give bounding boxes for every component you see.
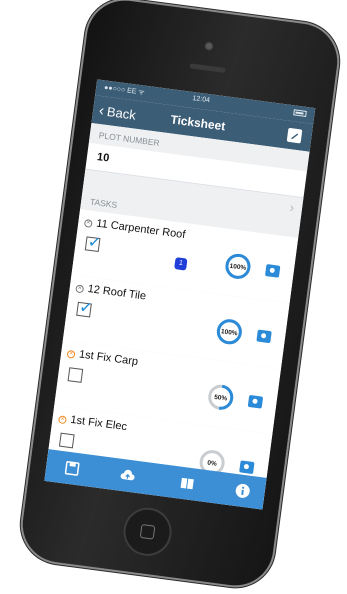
device-scene: ●●○○○ EE ᯤ 12:04 ‹Back Ticksheet PLOT NU…: [0, 0, 347, 594]
back-label: Back: [106, 103, 137, 123]
task-name: 11 Carpenter Roof: [95, 217, 187, 242]
compose-icon[interactable]: [286, 127, 303, 144]
info-icon[interactable]: [234, 482, 252, 500]
clock: 12:04: [192, 94, 211, 105]
task-count-badge: 1: [174, 257, 188, 271]
task-status-icon: ×: [75, 284, 85, 294]
home-button[interactable]: [120, 504, 175, 559]
compose-icon-glyph: [287, 128, 302, 143]
home-square-icon: [139, 523, 156, 540]
camera-icon[interactable]: [256, 329, 272, 344]
task-checkbox[interactable]: [58, 432, 75, 449]
phone-device: ●●○○○ EE ᯤ 12:04 ‹Back Ticksheet PLOT NU…: [18, 0, 342, 591]
save-icon[interactable]: [63, 459, 81, 477]
progress-ring[interactable]: 100%: [222, 251, 253, 282]
checkmark-icon: ✓: [86, 233, 103, 253]
book-icon[interactable]: [178, 475, 196, 493]
camera-icon[interactable]: [239, 460, 255, 475]
task-checkbox[interactable]: [67, 367, 84, 383]
task-status-icon: ×: [57, 415, 67, 425]
back-button[interactable]: ‹Back: [98, 102, 137, 124]
plot-number-value: 10: [96, 151, 110, 165]
cloud-upload-icon[interactable]: [119, 467, 137, 485]
front-camera: [203, 41, 215, 52]
task-checkbox[interactable]: ✓: [84, 234, 102, 252]
checkmark-icon: ✓: [78, 299, 94, 318]
task-name: 1st Fix Elec: [69, 413, 128, 434]
progress-ring[interactable]: 100%: [214, 316, 245, 347]
tasks-label: TASKS: [89, 196, 118, 211]
task-name: 12 Roof Tile: [86, 282, 147, 303]
task-status-icon: ×: [66, 349, 76, 359]
camera-icon[interactable]: [264, 264, 281, 278]
progress-ring[interactable]: 50%: [205, 382, 236, 413]
chevron-left-icon: ‹: [98, 101, 106, 120]
task-checkbox[interactable]: ✓: [76, 299, 94, 318]
battery-icon: [293, 109, 307, 117]
earpiece: [189, 63, 226, 74]
task-status-icon: ×: [83, 218, 93, 228]
task-name: 1st Fix Carp: [78, 348, 139, 369]
chevron-right-icon: ›: [288, 199, 296, 216]
page-title: Ticksheet: [169, 112, 227, 134]
progress-label: 0%: [207, 460, 217, 468]
phone-screen: ●●○○○ EE ᯤ 12:04 ‹Back Ticksheet PLOT NU…: [44, 79, 316, 510]
camera-icon[interactable]: [247, 394, 264, 409]
carrier-label: ●●○○○ EE ᯤ: [103, 84, 146, 97]
